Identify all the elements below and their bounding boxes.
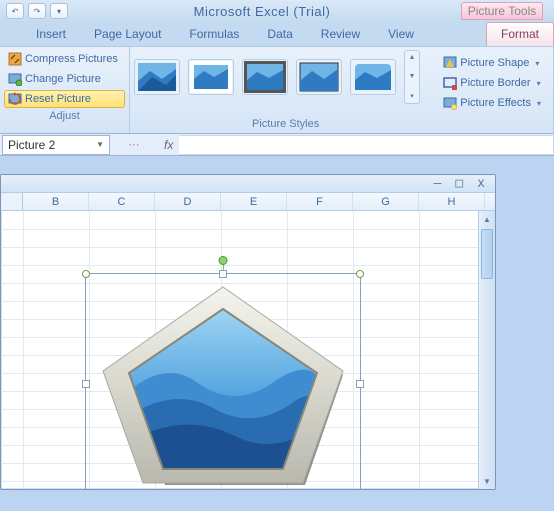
worksheet[interactable]: B C D E F G H: [1, 193, 495, 489]
picture-styles-side-menu: Picture Shape ▾ Picture Border ▾ Picture E…: [437, 50, 549, 133]
reset-picture-icon: [8, 92, 22, 106]
fx-expand-icon[interactable]: ⋯: [129, 138, 140, 151]
column-header[interactable]: G: [353, 193, 419, 210]
name-box-value: Picture 2: [8, 138, 55, 152]
window-minimize-button[interactable]: –: [434, 177, 442, 190]
gallery-up-icon: ▲: [409, 54, 416, 61]
dropdown-arrow-icon: ▾: [535, 59, 539, 68]
resize-handle-nw[interactable]: [82, 270, 90, 278]
column-header[interactable]: B: [23, 193, 89, 210]
name-box-dropdown-icon[interactable]: ▼: [96, 140, 104, 149]
tab-insert[interactable]: Insert: [22, 23, 80, 46]
adjust-group-label: Adjust: [4, 108, 125, 125]
change-picture-icon: [8, 72, 22, 86]
ribbon-group-adjust: Compress Pictures Change Picture Reset P…: [0, 47, 130, 133]
window-close-button[interactable]: x: [477, 177, 485, 190]
column-header-row: B C D E F G H: [1, 193, 495, 211]
contextual-tab-label: Picture Tools: [461, 2, 543, 20]
picture-effects-button[interactable]: Picture Effects ▾: [439, 94, 545, 112]
formula-bar-buttons: ⋯: [110, 138, 158, 151]
resize-handle-w[interactable]: [82, 380, 90, 388]
reset-picture-button[interactable]: Reset Picture: [4, 90, 125, 108]
picture-style-thumb-4[interactable]: [296, 59, 342, 95]
scroll-down-icon[interactable]: ▼: [479, 473, 495, 489]
fx-label[interactable]: fx: [158, 138, 179, 152]
picture-style-thumb-2[interactable]: [188, 59, 234, 95]
picture-style-thumb-3[interactable]: [242, 59, 288, 95]
tab-formulas[interactable]: Formulas: [175, 23, 253, 46]
column-header[interactable]: F: [287, 193, 353, 210]
change-picture-label: Change Picture: [25, 73, 101, 85]
picture-effects-label: Picture Effects: [460, 97, 531, 109]
grid-body[interactable]: [1, 211, 495, 489]
reset-picture-label: Reset Picture: [25, 93, 91, 105]
resize-handle-e[interactable]: [356, 380, 364, 388]
qat-undo-button[interactable]: ↶: [6, 3, 24, 19]
rotate-handle[interactable]: [219, 256, 228, 265]
window-maximize-button[interactable]: □: [455, 177, 463, 190]
picture-styles-gallery: ▲ ▼ ▾: [134, 50, 437, 104]
picture-border-icon: [443, 76, 457, 90]
resize-handle-ne[interactable]: [356, 270, 364, 278]
tab-page-layout[interactable]: Page Layout: [80, 23, 175, 46]
app-title: Microsoft Excel (Trial): [68, 4, 456, 19]
picture-shape-icon: [443, 56, 457, 70]
workbook-window-titlebar: – □ x: [1, 175, 495, 193]
select-all-button[interactable]: [1, 193, 23, 210]
gallery-down-icon: ▼: [409, 73, 416, 80]
tab-format[interactable]: Format: [486, 22, 554, 46]
workbook-area: – □ x B C D E F G H: [0, 156, 554, 174]
dropdown-arrow-icon: ▾: [537, 79, 541, 88]
picture-style-thumb-5[interactable]: [350, 59, 396, 95]
picture-shape-button[interactable]: Picture Shape ▾: [439, 54, 545, 72]
gallery-scroll-buttons[interactable]: ▲ ▼ ▾: [404, 50, 420, 104]
quick-access-toolbar: ↶ ↷ ▾: [6, 3, 68, 19]
ribbon-tab-row: Insert Page Layout Formulas Data Review …: [0, 22, 554, 46]
picture-style-thumb-1[interactable]: [134, 59, 180, 95]
tab-data[interactable]: Data: [253, 23, 306, 46]
picture-effects-icon: [443, 96, 457, 110]
picture-border-label: Picture Border: [460, 77, 530, 89]
qat-customize-button[interactable]: ▾: [50, 3, 68, 19]
compress-pictures-button[interactable]: Compress Pictures: [4, 50, 125, 68]
column-header[interactable]: C: [89, 193, 155, 210]
tab-view[interactable]: View: [374, 23, 428, 46]
formula-bar-row: Picture 2 ▼ ⋯ fx: [0, 134, 554, 156]
picture-shape-label: Picture Shape: [460, 57, 529, 69]
tab-review[interactable]: Review: [307, 23, 374, 46]
scroll-up-icon[interactable]: ▲: [479, 211, 495, 227]
formula-bar-input[interactable]: [179, 135, 554, 155]
ribbon-group-picture-styles: ▲ ▼ ▾ Picture Styles Picture Shape ▾ Pictur…: [130, 47, 554, 133]
gallery-more-icon: ▾: [410, 92, 414, 100]
compress-icon: [8, 52, 22, 66]
column-header[interactable]: H: [419, 193, 485, 210]
picture-object[interactable]: [95, 281, 351, 487]
scrollbar-thumb[interactable]: [481, 229, 493, 279]
resize-handle-n[interactable]: [219, 270, 227, 278]
contextual-tab-wrap: Picture Tools: [456, 2, 548, 20]
name-box[interactable]: Picture 2 ▼: [2, 135, 110, 155]
qat-redo-button[interactable]: ↷: [28, 3, 46, 19]
column-header[interactable]: E: [221, 193, 287, 210]
title-bar: ↶ ↷ ▾ Microsoft Excel (Trial) Picture To…: [0, 0, 554, 22]
picture-styles-group-label: Picture Styles: [134, 116, 437, 133]
change-picture-button[interactable]: Change Picture: [4, 70, 125, 88]
dropdown-arrow-icon: ▾: [537, 99, 541, 108]
picture-border-button[interactable]: Picture Border ▾: [439, 74, 545, 92]
ribbon: Compress Pictures Change Picture Reset P…: [0, 46, 554, 134]
vertical-scrollbar[interactable]: ▲ ▼: [478, 211, 495, 489]
compress-pictures-label: Compress Pictures: [25, 53, 118, 65]
workbook-window: – □ x B C D E F G H: [0, 174, 496, 490]
column-header[interactable]: D: [155, 193, 221, 210]
